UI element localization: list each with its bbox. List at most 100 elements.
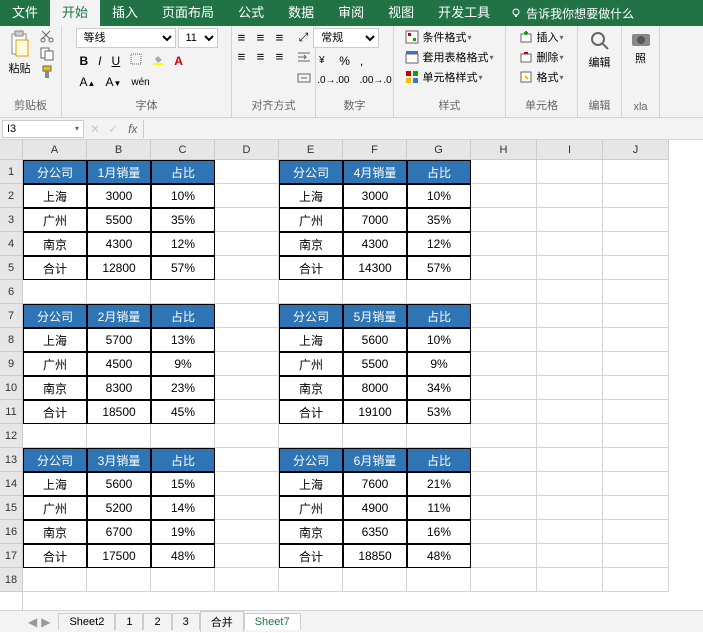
cell-F2[interactable]: 3000 [343, 184, 407, 208]
cell-A5[interactable]: 合计 [23, 256, 87, 280]
merge-button[interactable] [293, 70, 315, 89]
cell-E6[interactable] [279, 280, 343, 304]
cell-C5[interactable]: 57% [151, 256, 215, 280]
cell-H12[interactable] [471, 424, 537, 448]
sheet-tab-2[interactable]: 2 [143, 613, 171, 630]
cell-D14[interactable] [215, 472, 279, 496]
cell-D9[interactable] [215, 352, 279, 376]
cell-F6[interactable] [343, 280, 407, 304]
tell-me[interactable]: 告诉我你想要做什么 [510, 5, 634, 22]
cell-D5[interactable] [215, 256, 279, 280]
format-painter-button[interactable] [38, 64, 56, 80]
row-header-1[interactable]: 1 [0, 160, 22, 184]
col-header-E[interactable]: E [279, 140, 343, 160]
cell-I14[interactable] [537, 472, 603, 496]
cell-J9[interactable] [603, 352, 669, 376]
cell-G14[interactable]: 21% [407, 472, 471, 496]
name-box[interactable]: I3▾ [2, 120, 84, 138]
cell-F13[interactable]: 6月销量 [343, 448, 407, 472]
cell-styles-button[interactable]: 单元格样式▾ [403, 68, 484, 86]
align-center-button[interactable]: ≡ [252, 47, 270, 65]
cell-G7[interactable]: 占比 [407, 304, 471, 328]
row-header-10[interactable]: 10 [0, 376, 22, 400]
cell-H1[interactable] [471, 160, 537, 184]
cell-E14[interactable]: 上海 [279, 472, 343, 496]
cell-B18[interactable] [87, 568, 151, 592]
cell-E1[interactable]: 分公司 [279, 160, 343, 184]
cell-G9[interactable]: 9% [407, 352, 471, 376]
cell-F10[interactable]: 8000 [343, 376, 407, 400]
cell-I6[interactable] [537, 280, 603, 304]
cell-A1[interactable]: 分公司 [23, 160, 87, 184]
cell-A2[interactable]: 上海 [23, 184, 87, 208]
cell-F16[interactable]: 6350 [343, 520, 407, 544]
cell-A15[interactable]: 广州 [23, 496, 87, 520]
cell-D18[interactable] [215, 568, 279, 592]
cell-I17[interactable] [537, 544, 603, 568]
col-header-H[interactable]: H [471, 140, 537, 160]
col-header-C[interactable]: C [151, 140, 215, 160]
cell-B4[interactable]: 4300 [87, 232, 151, 256]
cell-G13[interactable]: 占比 [407, 448, 471, 472]
cell-I7[interactable] [537, 304, 603, 328]
sheet-tab-1[interactable]: 1 [115, 613, 143, 630]
cell-F11[interactable]: 19100 [343, 400, 407, 424]
cell-I2[interactable] [537, 184, 603, 208]
cell-G10[interactable]: 34% [407, 376, 471, 400]
cell-C9[interactable]: 9% [151, 352, 215, 376]
cell-F17[interactable]: 18850 [343, 544, 407, 568]
cell-C10[interactable]: 23% [151, 376, 215, 400]
cell-C8[interactable]: 13% [151, 328, 215, 352]
cell-I4[interactable] [537, 232, 603, 256]
cell-J7[interactable] [603, 304, 669, 328]
cell-F3[interactable]: 7000 [343, 208, 407, 232]
row-header-12[interactable]: 12 [0, 424, 22, 448]
cell-C17[interactable]: 48% [151, 544, 215, 568]
row-header-8[interactable]: 8 [0, 328, 22, 352]
cell-D8[interactable] [215, 328, 279, 352]
cell-I10[interactable] [537, 376, 603, 400]
cell-J13[interactable] [603, 448, 669, 472]
cell-D7[interactable] [215, 304, 279, 328]
cell-E5[interactable]: 合计 [279, 256, 343, 280]
cell-J17[interactable] [603, 544, 669, 568]
cell-D10[interactable] [215, 376, 279, 400]
cell-C16[interactable]: 19% [151, 520, 215, 544]
cell-I11[interactable] [537, 400, 603, 424]
cell-E3[interactable]: 广州 [279, 208, 343, 232]
cell-J1[interactable] [603, 160, 669, 184]
cell-G15[interactable]: 11% [407, 496, 471, 520]
cell-I8[interactable] [537, 328, 603, 352]
row-header-9[interactable]: 9 [0, 352, 22, 376]
cell-H13[interactable] [471, 448, 537, 472]
insert-cells-button[interactable]: 插入▾ [517, 28, 565, 46]
tab-insert[interactable]: 插入 [100, 0, 150, 26]
enter-formula-button[interactable]: ✓ [104, 122, 122, 136]
cell-B6[interactable] [87, 280, 151, 304]
cell-I13[interactable] [537, 448, 603, 472]
fx-button[interactable]: fx [122, 122, 143, 136]
cell-C2[interactable]: 10% [151, 184, 215, 208]
cell-I18[interactable] [537, 568, 603, 592]
cell-I15[interactable] [537, 496, 603, 520]
cancel-formula-button[interactable]: ✕ [86, 122, 104, 136]
cell-B5[interactable]: 12800 [87, 256, 151, 280]
cell-I9[interactable] [537, 352, 603, 376]
cell-H10[interactable] [471, 376, 537, 400]
cell-I1[interactable] [537, 160, 603, 184]
cell-C15[interactable]: 14% [151, 496, 215, 520]
col-header-B[interactable]: B [87, 140, 151, 160]
cell-H11[interactable] [471, 400, 537, 424]
cell-A12[interactable] [23, 424, 87, 448]
cell-G4[interactable]: 12% [407, 232, 471, 256]
sheet-nav-next[interactable]: ▶ [41, 615, 50, 629]
cell-A14[interactable]: 上海 [23, 472, 87, 496]
cell-C3[interactable]: 35% [151, 208, 215, 232]
cell-D4[interactable] [215, 232, 279, 256]
cell-D15[interactable] [215, 496, 279, 520]
cell-I12[interactable] [537, 424, 603, 448]
conditional-format-button[interactable]: 条件格式▾ [403, 28, 473, 46]
cell-H5[interactable] [471, 256, 537, 280]
cell-B2[interactable]: 3000 [87, 184, 151, 208]
cell-J4[interactable] [603, 232, 669, 256]
